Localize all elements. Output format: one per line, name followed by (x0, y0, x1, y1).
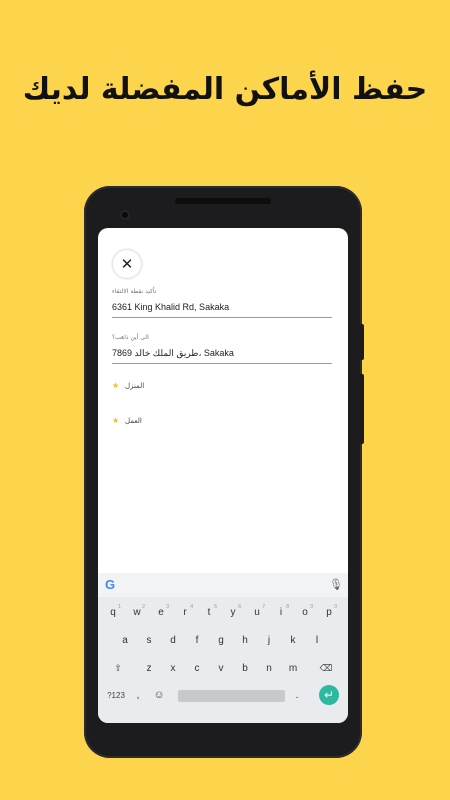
key-r[interactable]: 4r (173, 604, 197, 621)
key-a[interactable]: a (113, 632, 137, 649)
close-button[interactable]: ✕ (113, 250, 141, 278)
promo-headline: حفظ الأماكن المفضلة لديك (22, 72, 428, 107)
enter-key[interactable]: ↵ (319, 685, 339, 705)
key-m[interactable]: m (281, 660, 305, 677)
key-j[interactable]: j (257, 632, 281, 649)
key-u[interactable]: 7u (245, 604, 269, 621)
spacebar[interactable] (178, 690, 285, 702)
key-b[interactable]: b (233, 660, 257, 677)
star-icon: ★ (112, 416, 120, 425)
phone-frame: ✕ تأكيد نقطة الالتقاء 6361 King Khalid R… (84, 186, 364, 758)
destination-field[interactable]: الى أين ذاهب؟ 7869 طريق الملك خالد، Saka… (112, 334, 332, 364)
period-key[interactable]: . (290, 687, 304, 704)
favorite-work[interactable]: ★ العمل (112, 416, 142, 425)
favorite-home[interactable]: ★ المنزل (112, 381, 144, 390)
key-p[interactable]: 0p (317, 604, 341, 621)
microphone-icon[interactable]: 🎙 (329, 578, 343, 592)
key-w[interactable]: 2w (125, 604, 149, 621)
keyboard-suggestion-bar: G 🎙 (98, 573, 348, 597)
pickup-input[interactable]: 6361 King Khalid Rd, Sakaka (112, 301, 332, 313)
symbols-key[interactable]: ?123 (102, 687, 130, 704)
key-y[interactable]: 6y (221, 604, 245, 621)
app-screen: ✕ تأكيد نقطة الالتقاء 6361 King Khalid R… (98, 228, 348, 723)
key-s[interactable]: s (137, 632, 161, 649)
favorite-work-label: العمل (125, 416, 142, 425)
favorite-home-label: المنزل (125, 381, 145, 390)
destination-input[interactable]: 7869 طريق الملك خالد، Sakaka (112, 347, 332, 359)
phone-power-button (360, 324, 364, 360)
key-l[interactable]: l (305, 632, 329, 649)
key-d[interactable]: d (161, 632, 185, 649)
key-c[interactable]: c (185, 660, 209, 677)
key-x[interactable]: x (161, 660, 185, 677)
comma-key[interactable]: , (131, 687, 145, 704)
key-n[interactable]: n (257, 660, 281, 677)
phone-volume-button (360, 374, 364, 444)
key-t[interactable]: 5t (197, 604, 221, 621)
key-z[interactable]: z (137, 660, 161, 677)
google-logo-icon[interactable]: G (105, 578, 119, 592)
backspace-key[interactable]: ⌫ (314, 660, 338, 677)
key-e[interactable]: 3e (149, 604, 173, 621)
pickup-field[interactable]: تأكيد نقطة الالتقاء 6361 King Khalid Rd,… (112, 288, 332, 318)
key-g[interactable]: g (209, 632, 233, 649)
key-k[interactable]: k (281, 632, 305, 649)
keyboard: G 🎙 1q 2w 3e 4r 5t 6y 7u 8i 9o 0p a s d … (98, 573, 348, 723)
destination-label: الى أين ذاهب؟ (112, 334, 149, 341)
key-i[interactable]: 8i (269, 604, 293, 621)
star-icon: ★ (112, 381, 120, 390)
shift-key[interactable]: ⇧ (106, 660, 130, 677)
pickup-label: تأكيد نقطة الالتقاء (112, 288, 157, 295)
phone-speaker (175, 198, 271, 204)
key-o[interactable]: 9o (293, 604, 317, 621)
key-f[interactable]: f (185, 632, 209, 649)
phone-camera (120, 210, 130, 220)
key-v[interactable]: v (209, 660, 233, 677)
close-icon: ✕ (120, 255, 134, 273)
emoji-key[interactable]: ☺ (150, 687, 168, 704)
key-q[interactable]: 1q (101, 604, 125, 621)
destination-underline (112, 363, 332, 364)
key-h[interactable]: h (233, 632, 257, 649)
pickup-underline (112, 317, 332, 318)
